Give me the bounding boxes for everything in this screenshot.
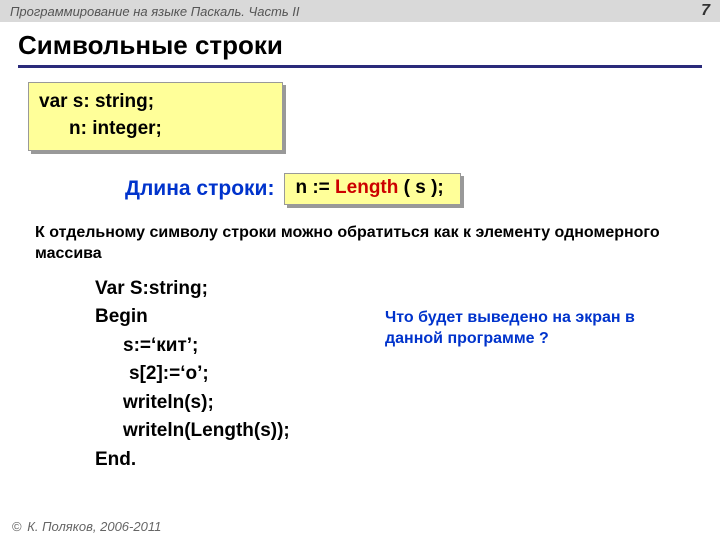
page-number: 7 <box>701 2 710 20</box>
length-row: Длина строки: n := Length ( s ); <box>0 173 720 205</box>
question-text: Что будет выведено на экран в данной про… <box>385 308 695 350</box>
explanation-paragraph: К отдельному символу строки можно обрати… <box>35 223 696 265</box>
code-block: Var S:string; Begin s:=‘кит’; s[2]:=‘о’;… <box>95 275 720 475</box>
var-line-1: var s: string; <box>39 89 272 116</box>
course-title: Программирование на языке Паскаль. Часть… <box>10 4 300 19</box>
code-line-7: End. <box>95 446 720 475</box>
slide-title: Символьные строки <box>18 30 720 61</box>
code-line-6: writeln(Length(s)); <box>95 417 720 446</box>
length-code-box: n := Length ( s ); <box>284 173 460 205</box>
title-underline <box>18 65 702 68</box>
code-line-5: writeln(s); <box>95 389 720 418</box>
length-suffix: ( s ); <box>398 177 443 198</box>
copyright-icon: © <box>12 519 22 534</box>
header-bar: Программирование на языке Паскаль. Часть… <box>0 0 720 22</box>
length-label: Длина строки: <box>125 177 274 201</box>
footer: © К. Поляков, 2006-2011 <box>12 519 161 534</box>
footer-text: К. Поляков, 2006-2011 <box>24 519 162 534</box>
var-line-2: n: integer; <box>39 116 272 143</box>
length-func: Length <box>335 177 398 198</box>
length-prefix: n := <box>295 177 335 198</box>
var-declaration-box: var s: string; n: integer; <box>28 82 283 151</box>
code-line-4: s[2]:=‘о’; <box>95 360 720 389</box>
code-line-1: Var S:string; <box>95 275 720 304</box>
